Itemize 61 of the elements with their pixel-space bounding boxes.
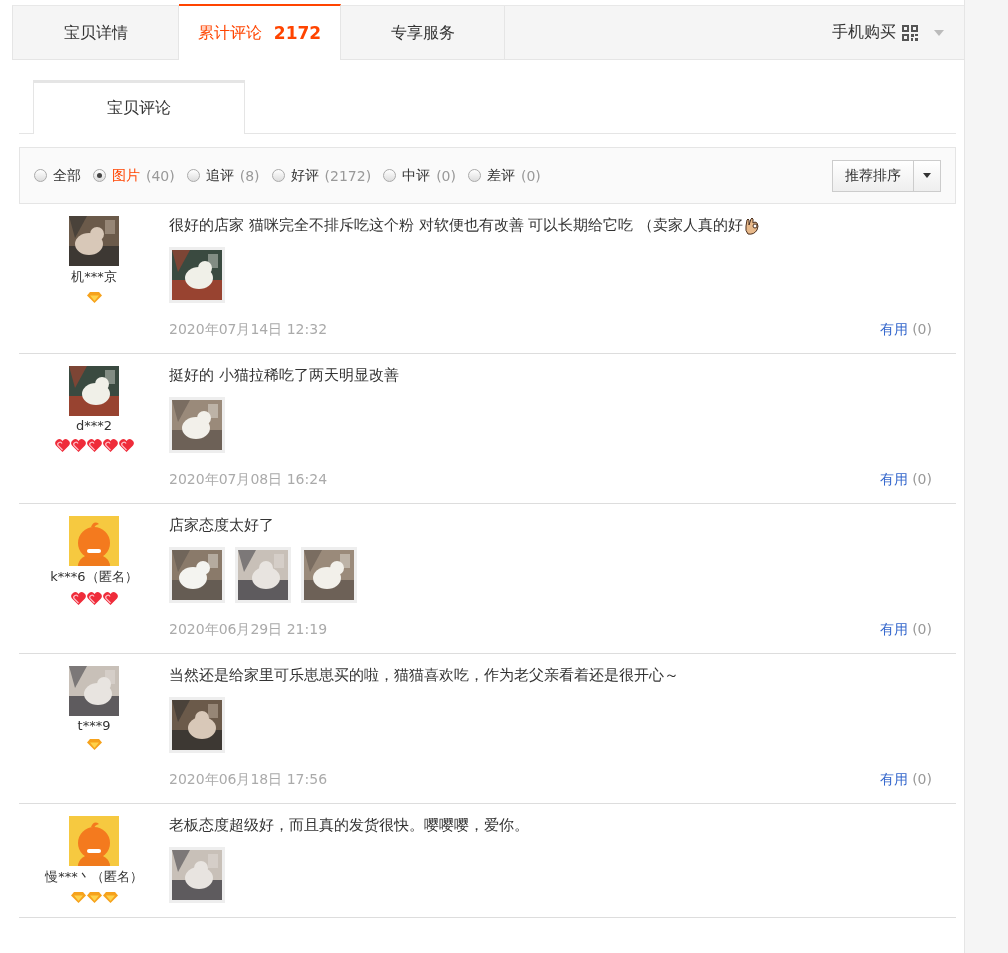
radio-button[interactable] (34, 169, 47, 182)
filter-label[interactable]: 差评 (487, 166, 515, 185)
review-text: 挺好的 小猫拉稀吃了两天明显改善 (169, 366, 399, 385)
heart-icon (86, 592, 102, 605)
user-name: t***9 (77, 718, 111, 733)
review-text: 当然还是给家里可乐崽崽买的啦，猫猫喜欢吃，作为老父亲看着还是很开心～ (169, 666, 679, 685)
useful-link[interactable]: 有用 (880, 771, 909, 789)
review-text: 很好的店家 猫咪完全不排斥吃这个粉 对软便也有改善 可以长期给它吃 （卖家人真的好 (169, 216, 744, 235)
tab[interactable]: 累计评论 2172 (179, 4, 341, 60)
useful-count: (0) (912, 771, 932, 789)
diamond-icon (86, 739, 102, 750)
sub-tab[interactable]: 宝贝评论 (33, 80, 245, 134)
user-name: 机***京 (71, 268, 117, 286)
heart-icon (54, 439, 70, 452)
filter-label[interactable]: 好评 (290, 166, 319, 185)
ok-hand-icon (744, 216, 761, 235)
filter-count: (2172) (324, 167, 372, 184)
review-date: 2020年06月29日 21:19 (169, 621, 328, 639)
useful-link[interactable]: 有用 (880, 321, 909, 339)
radio-button[interactable] (468, 169, 481, 182)
heart-icon (118, 439, 134, 452)
user-name: 慢***丶（匿名） (45, 868, 143, 886)
review-date: 2020年07月08日 16:24 (169, 471, 328, 489)
filter-label[interactable]: 全部 (53, 166, 81, 185)
diamond-icon (86, 892, 102, 903)
useful-count: (0) (912, 471, 932, 489)
review-text: 老板态度超级好，而且真的发货很快。嘤嘤嘤，爱你。 (169, 816, 529, 835)
review-date: 2020年06月18日 17:56 (169, 771, 328, 789)
useful-link[interactable]: 有用 (880, 621, 909, 639)
filter-label[interactable]: 中评 (402, 166, 431, 185)
filter-count: (0) (436, 167, 456, 184)
filter-count: (40) (146, 167, 175, 184)
heart-icon (70, 439, 86, 452)
heart-icon (102, 592, 118, 605)
radio-button[interactable] (383, 169, 397, 182)
heart-icon (70, 592, 86, 605)
diamond-icon (86, 292, 102, 303)
radio-button[interactable] (93, 169, 106, 182)
caret-icon (923, 173, 931, 178)
useful-count: (0) (912, 621, 932, 639)
diamond-icon (102, 892, 118, 903)
useful-count: (0) (912, 321, 932, 339)
qr-code-icon (902, 24, 918, 41)
user-name: k***6（匿名） (50, 568, 138, 586)
user-name: d***2 (76, 418, 112, 433)
review-date: 2020年07月14日 12:32 (169, 321, 328, 339)
radio-button[interactable] (271, 169, 285, 182)
default-avatar-icon (69, 516, 119, 566)
tab[interactable]: 专享服务 (341, 6, 505, 60)
filter-count: (0) (521, 167, 541, 184)
radio-button[interactable] (186, 169, 200, 182)
heart-icon (102, 439, 118, 452)
useful-link[interactable]: 有用 (880, 471, 909, 489)
review-text: 店家态度太好了 (169, 516, 274, 535)
caret-icon[interactable] (934, 29, 944, 36)
filter-count: (8) (239, 167, 260, 184)
default-avatar-icon (69, 816, 119, 866)
diamond-icon (70, 892, 86, 903)
mobile-buy-link[interactable]: 手机购买 (832, 22, 896, 43)
heart-icon (86, 439, 102, 452)
filter-label[interactable]: 追评 (205, 166, 234, 185)
